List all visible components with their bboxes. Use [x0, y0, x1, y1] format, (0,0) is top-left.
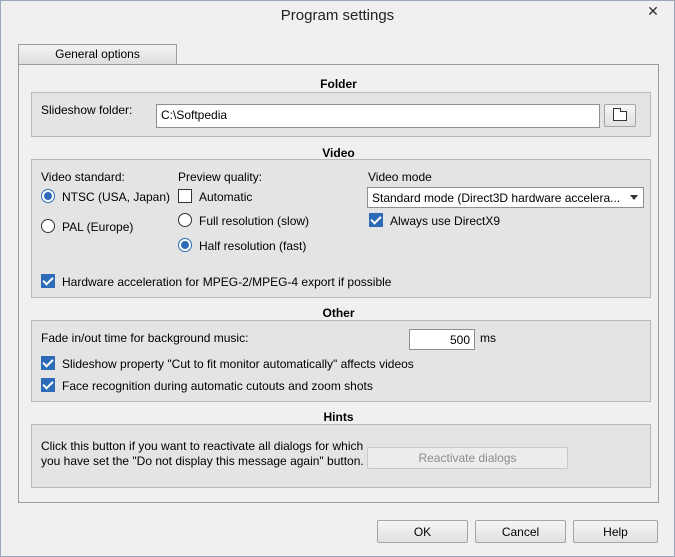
- program-settings-window: Program settings ✕ General options Folde…: [0, 0, 675, 557]
- radio-pal-label[interactable]: PAL (Europe): [62, 220, 133, 234]
- fade-time-input[interactable]: 500: [409, 329, 475, 350]
- hw-accel-checkbox-label[interactable]: Hardware acceleration for MPEG-2/MPEG-4 …: [62, 275, 391, 289]
- video-section-title: Video: [322, 146, 355, 160]
- fade-time-unit: ms: [480, 331, 496, 345]
- other-section-title: Other: [322, 306, 355, 320]
- browse-folder-button[interactable]: [604, 104, 636, 127]
- radio-pal[interactable]: [41, 219, 55, 233]
- slideshow-folder-label: Slideshow folder:: [41, 103, 133, 117]
- help-button[interactable]: Help: [573, 520, 658, 543]
- close-icon[interactable]: ✕: [638, 1, 668, 21]
- folder-section-title: Folder: [320, 77, 357, 91]
- automatic-checkbox[interactable]: [178, 189, 192, 203]
- preview-quality-label: Preview quality:: [178, 170, 263, 184]
- chevron-down-icon: [630, 195, 638, 200]
- hints-text-line1: Click this button if you want to reactiv…: [41, 439, 364, 453]
- face-recognition-checkbox[interactable]: [41, 378, 55, 392]
- other-group: Fade in/out time for background music: 5…: [31, 320, 651, 402]
- radio-ntsc[interactable]: [41, 189, 55, 203]
- radio-full-resolution-label[interactable]: Full resolution (slow): [199, 214, 309, 228]
- video-group: Video standard: NTSC (USA, Japan) PAL (E…: [31, 159, 651, 298]
- radio-half-resolution-label[interactable]: Half resolution (fast): [199, 239, 306, 253]
- radio-full-resolution[interactable]: [178, 213, 192, 227]
- cut-to-fit-checkbox-label[interactable]: Slideshow property "Cut to fit monitor a…: [62, 357, 414, 371]
- hints-section-title: Hints: [323, 410, 354, 424]
- hints-group: Click this button if you want to reactiv…: [31, 424, 651, 488]
- face-recognition-checkbox-label[interactable]: Face recognition during automatic cutout…: [62, 379, 373, 393]
- reactivate-dialogs-button[interactable]: Reactivate dialogs: [367, 447, 568, 469]
- video-mode-select[interactable]: Standard mode (Direct3D hardware acceler…: [367, 187, 644, 208]
- directx9-checkbox[interactable]: [369, 213, 383, 227]
- folder-group: Slideshow folder: C:\Softpedia: [31, 92, 651, 137]
- automatic-checkbox-label[interactable]: Automatic: [199, 190, 252, 204]
- slideshow-folder-input[interactable]: C:\Softpedia: [156, 104, 600, 128]
- radio-half-resolution[interactable]: [178, 238, 192, 252]
- title-bar: Program settings ✕: [1, 1, 674, 33]
- fade-time-label: Fade in/out time for background music:: [41, 331, 249, 345]
- directx9-checkbox-label[interactable]: Always use DirectX9: [390, 214, 500, 228]
- radio-ntsc-label[interactable]: NTSC (USA, Japan): [62, 190, 170, 204]
- video-standard-label: Video standard:: [41, 170, 125, 184]
- folder-icon: [613, 107, 627, 121]
- ok-button[interactable]: OK: [377, 520, 468, 543]
- video-mode-label: Video mode: [368, 170, 432, 184]
- video-mode-value: Standard mode (Direct3D hardware acceler…: [372, 191, 621, 205]
- cut-to-fit-checkbox[interactable]: [41, 356, 55, 370]
- hw-accel-checkbox[interactable]: [41, 274, 55, 288]
- tab-general-options[interactable]: General options: [18, 44, 177, 65]
- hints-text-line2: you have set the "Do not display this me…: [41, 454, 364, 468]
- window-title: Program settings: [280, 7, 395, 24]
- cancel-button[interactable]: Cancel: [475, 520, 566, 543]
